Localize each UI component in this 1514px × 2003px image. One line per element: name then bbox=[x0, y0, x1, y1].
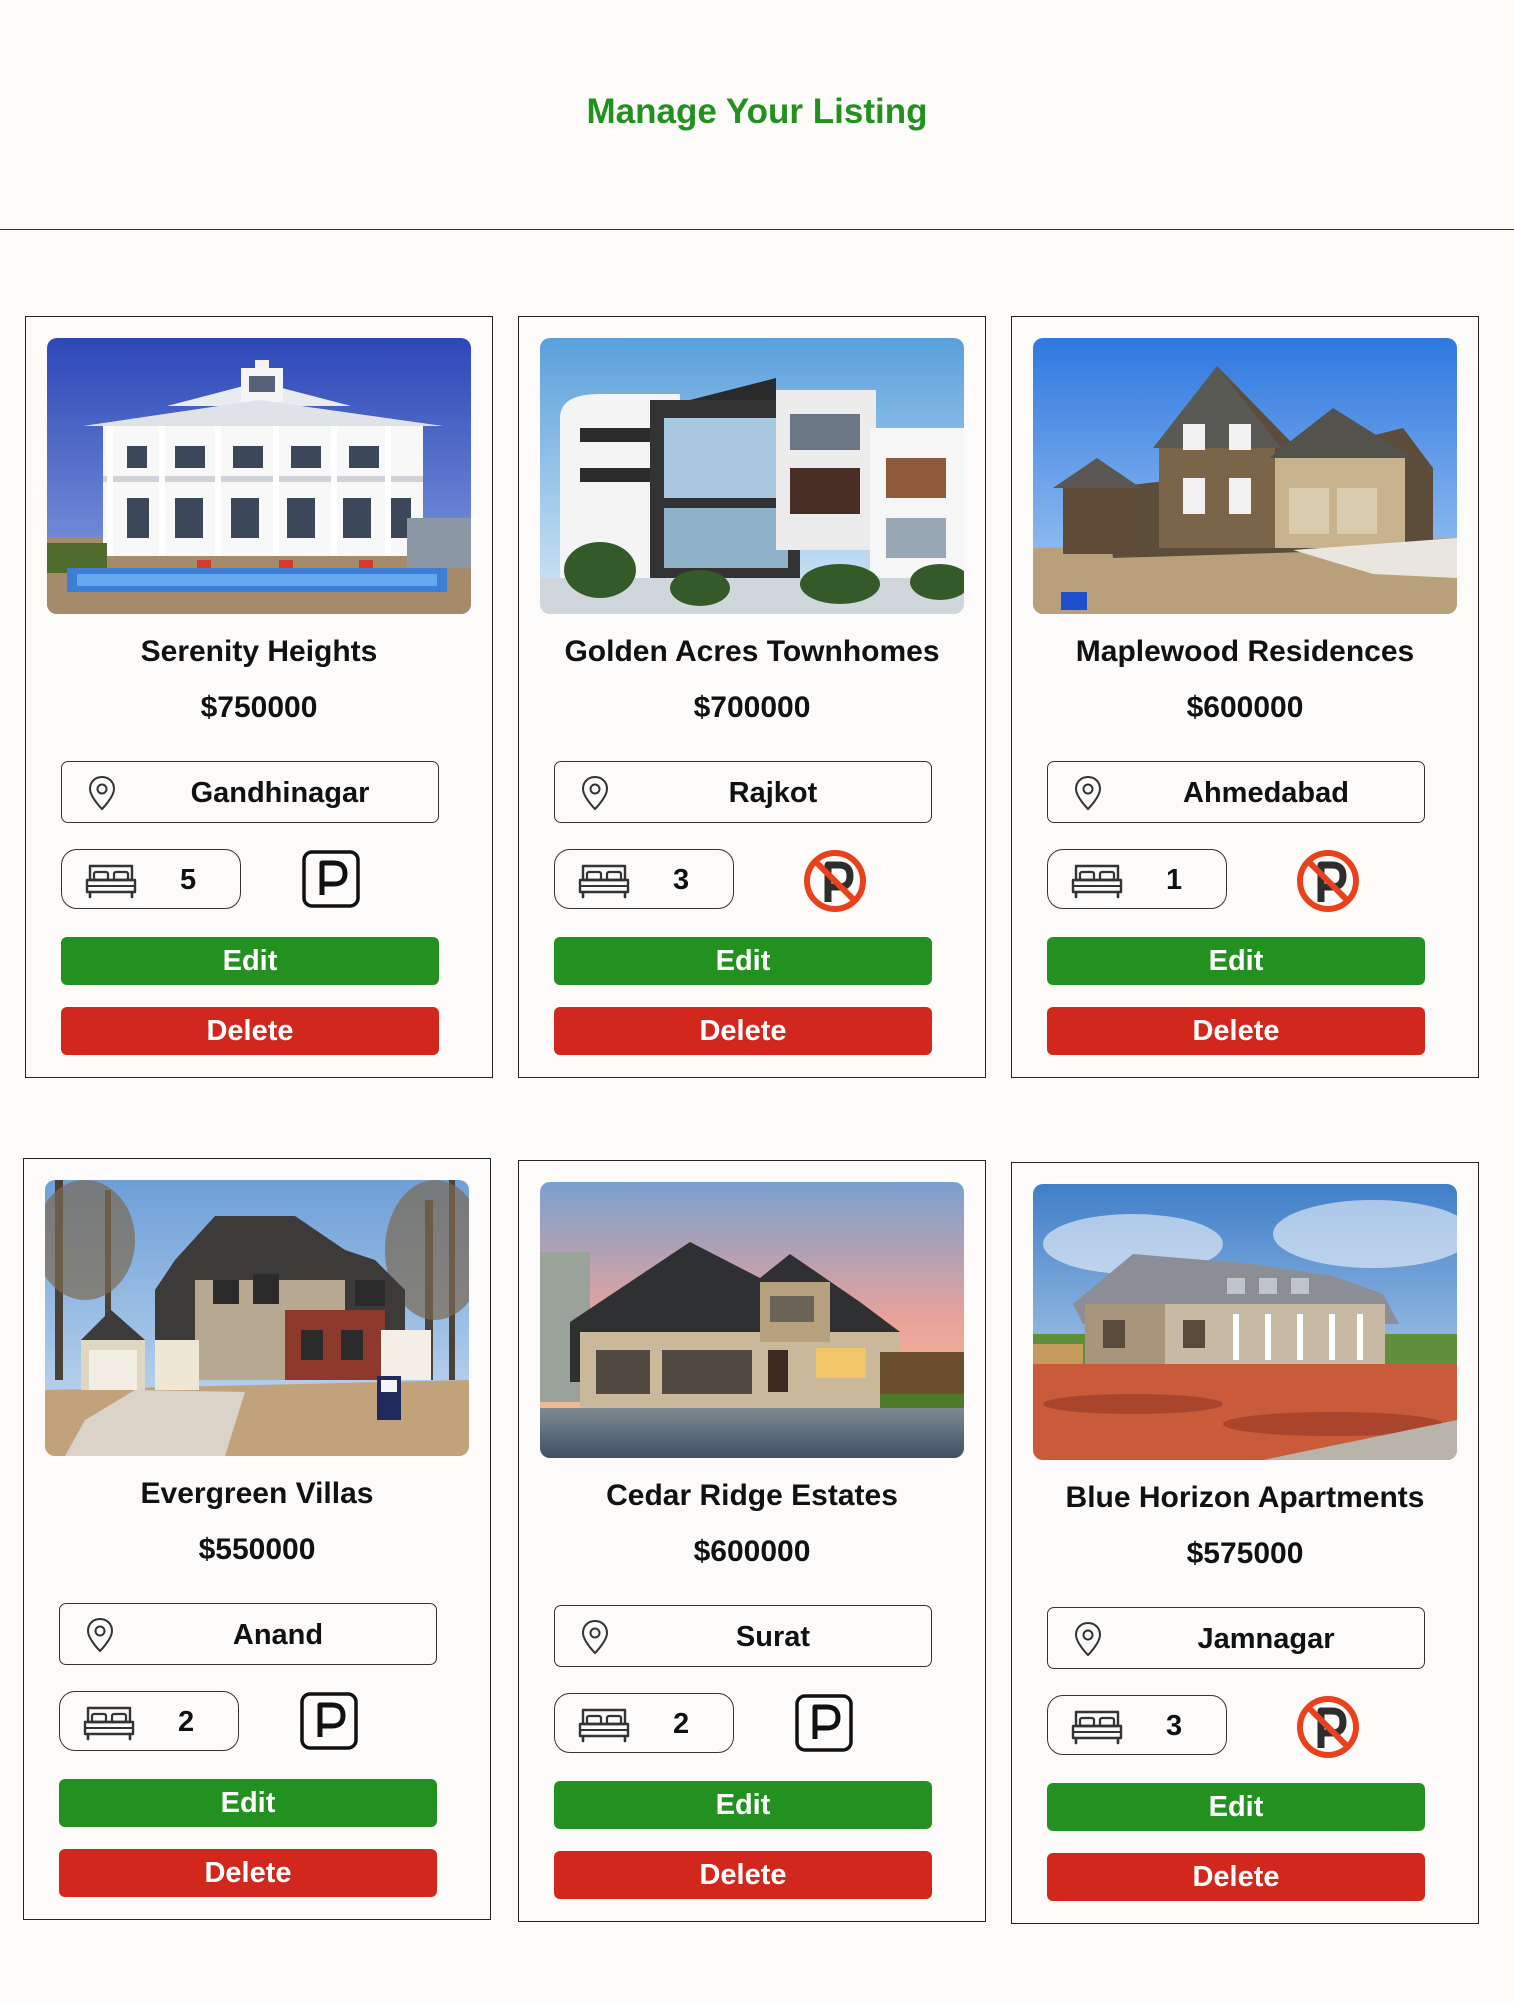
edit-button[interactable]: Edit bbox=[1047, 937, 1425, 985]
edit-button[interactable]: Edit bbox=[554, 1781, 932, 1829]
parking-icon bbox=[299, 1691, 359, 1751]
property-photo bbox=[47, 338, 471, 614]
delete-button[interactable]: Delete bbox=[554, 1007, 932, 1055]
bedroom-count-value: 3 bbox=[673, 864, 690, 896]
listing-card: Cedar Ridge Estates $600000 Surat 2 Edit… bbox=[518, 1160, 986, 1922]
property-name: Golden Acres Townhomes bbox=[564, 635, 940, 668]
property-photo bbox=[1033, 338, 1457, 614]
bedroom-count-value: 5 bbox=[180, 864, 197, 896]
property-price: $700000 bbox=[693, 691, 811, 724]
property-price: $600000 bbox=[1186, 691, 1304, 724]
bed-icon bbox=[1070, 1708, 1124, 1746]
property-price: $750000 bbox=[200, 691, 318, 724]
delete-button[interactable]: Delete bbox=[554, 1851, 932, 1899]
bedroom-count-value: 2 bbox=[178, 1706, 195, 1738]
map-pin-icon bbox=[86, 775, 118, 811]
bedroom-count: 2 bbox=[59, 1691, 239, 1751]
property-photo bbox=[1033, 1184, 1457, 1460]
location-field: Gandhinagar bbox=[61, 761, 439, 823]
bedroom-count-value: 2 bbox=[673, 1708, 690, 1740]
bedroom-count: 2 bbox=[554, 1693, 734, 1753]
parking-icon bbox=[794, 1693, 854, 1753]
listing-card: Blue Horizon Apartments $575000 Jamnagar… bbox=[1011, 1162, 1479, 1924]
bedroom-count: 3 bbox=[554, 849, 734, 909]
listing-card: Maplewood Residences $600000 Ahmedabad 1… bbox=[1011, 316, 1479, 1078]
map-pin-icon bbox=[1072, 1621, 1104, 1657]
listing-card: Serenity Heights $750000 Gandhinagar 5 E… bbox=[25, 316, 493, 1078]
listing-card: Evergreen Villas $550000 Anand 2 Edit De… bbox=[23, 1158, 491, 1920]
edit-button[interactable]: Edit bbox=[1047, 1783, 1425, 1831]
no-parking-icon bbox=[1294, 847, 1362, 915]
edit-button[interactable]: Edit bbox=[59, 1779, 437, 1827]
bed-icon bbox=[84, 862, 138, 900]
map-pin-icon bbox=[84, 1617, 116, 1653]
bed-icon bbox=[577, 862, 631, 900]
location-text: Anand bbox=[232, 1619, 324, 1651]
edit-button[interactable]: Edit bbox=[554, 937, 932, 985]
location-field: Rajkot bbox=[554, 761, 932, 823]
header-divider bbox=[0, 229, 1514, 230]
bedroom-count-value: 1 bbox=[1166, 864, 1183, 896]
location-text: Jamnagar bbox=[1197, 1623, 1335, 1655]
property-name: Serenity Heights bbox=[140, 635, 378, 668]
map-pin-icon bbox=[579, 775, 611, 811]
property-name: Blue Horizon Apartments bbox=[1065, 1481, 1425, 1514]
delete-button[interactable]: Delete bbox=[1047, 1007, 1425, 1055]
property-price: $575000 bbox=[1186, 1537, 1304, 1570]
bedroom-count: 3 bbox=[1047, 1695, 1227, 1755]
location-field: Surat bbox=[554, 1605, 932, 1667]
location-field: Anand bbox=[59, 1603, 437, 1665]
location-text: Gandhinagar bbox=[190, 777, 370, 809]
property-name: Maplewood Residences bbox=[1075, 635, 1415, 668]
property-photo bbox=[540, 1182, 964, 1458]
property-name: Evergreen Villas bbox=[140, 1477, 374, 1510]
property-photo bbox=[45, 1180, 469, 1456]
page-title: Manage Your Listing bbox=[586, 92, 928, 131]
property-price: $550000 bbox=[198, 1533, 316, 1566]
bedroom-count: 1 bbox=[1047, 849, 1227, 909]
location-text: Surat bbox=[735, 1621, 811, 1653]
location-text: Ahmedabad bbox=[1183, 777, 1349, 809]
location-text: Rajkot bbox=[728, 777, 818, 809]
location-field: Jamnagar bbox=[1047, 1607, 1425, 1669]
map-pin-icon bbox=[579, 1619, 611, 1655]
no-parking-icon bbox=[1294, 1693, 1362, 1761]
bedroom-count: 5 bbox=[61, 849, 241, 909]
delete-button[interactable]: Delete bbox=[59, 1849, 437, 1897]
listing-card: Golden Acres Townhomes $700000 Rajkot 3 … bbox=[518, 316, 986, 1078]
map-pin-icon bbox=[1072, 775, 1104, 811]
bed-icon bbox=[82, 1704, 136, 1742]
bed-icon bbox=[577, 1706, 631, 1744]
delete-button[interactable]: Delete bbox=[61, 1007, 439, 1055]
edit-button[interactable]: Edit bbox=[61, 937, 439, 985]
no-parking-icon bbox=[801, 847, 869, 915]
parking-icon bbox=[301, 849, 361, 909]
bed-icon bbox=[1070, 862, 1124, 900]
property-price: $600000 bbox=[693, 1535, 811, 1568]
bedroom-count-value: 3 bbox=[1166, 1710, 1183, 1742]
delete-button[interactable]: Delete bbox=[1047, 1853, 1425, 1901]
location-field: Ahmedabad bbox=[1047, 761, 1425, 823]
property-name: Cedar Ridge Estates bbox=[606, 1479, 898, 1512]
property-photo bbox=[540, 338, 964, 614]
